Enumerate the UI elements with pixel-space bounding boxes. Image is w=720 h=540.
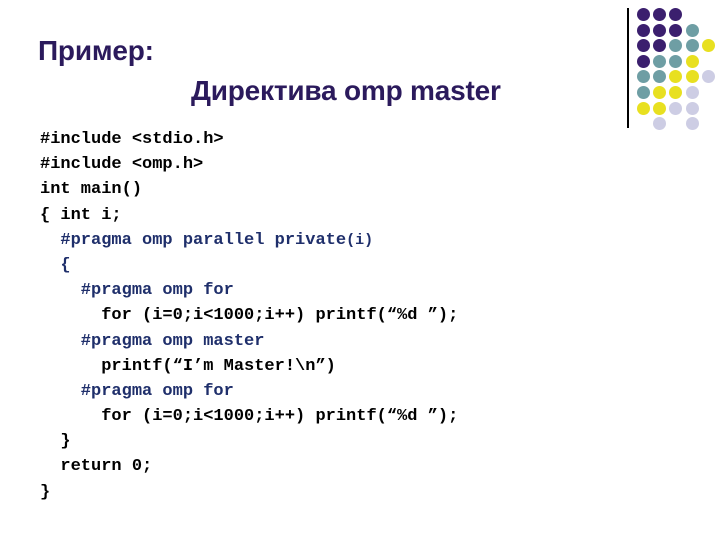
slide-canvas: Пример: Директива omp master #include <s… <box>0 0 720 540</box>
decoration-dot <box>669 54 683 68</box>
decoration-dot <box>701 39 715 53</box>
code-line: #include <stdio.h> <box>40 130 224 149</box>
code-line: for (i=0;i<1000;i++) printf(“%d ”); <box>40 306 459 326</box>
code-line: printf(“I’m Master!\n”) <box>40 356 336 376</box>
decoration-dot <box>685 70 699 84</box>
decoration-dot <box>653 117 667 131</box>
decoration-dot <box>669 101 683 115</box>
code-listing: #include <stdio.h> #include <omp.h> int ma… <box>40 127 600 505</box>
decoration-dot <box>669 23 683 37</box>
decoration-dot <box>653 86 667 99</box>
code-line: #pragma omp parallel private(i) <box>40 230 374 250</box>
code-line: int main() <box>40 180 143 200</box>
slide-title: Пример: Директива omp master <box>38 31 598 111</box>
decoration-dot <box>637 54 650 68</box>
decoration-dot <box>653 101 667 115</box>
code-line: } <box>40 432 71 452</box>
decoration-dot <box>637 101 650 115</box>
code-line: { <box>40 255 71 275</box>
decoration-dot <box>637 86 650 99</box>
decoration-dot <box>637 70 650 84</box>
decorative-dot-grid <box>637 8 719 131</box>
page-title-line-1: Пример: <box>38 35 154 66</box>
decoration-dot <box>669 39 683 53</box>
code-line: #pragma omp master <box>40 331 265 351</box>
decoration-dot <box>653 70 667 84</box>
decoration-dot <box>653 8 667 21</box>
decoration-dot <box>685 86 699 99</box>
corner-decoration <box>615 0 720 132</box>
decoration-dot <box>669 70 683 84</box>
decoration-dot <box>685 117 699 131</box>
decoration-dot <box>637 39 650 53</box>
decoration-dot <box>685 39 699 53</box>
code-line: } <box>40 482 51 502</box>
code-line: for (i=0;i<1000;i++) printf(“%d ”); <box>40 407 459 427</box>
vertical-divider-line <box>627 8 629 128</box>
page-title-line-2: Директива omp master <box>191 75 501 106</box>
decoration-dot <box>637 8 650 21</box>
decoration-dot <box>637 23 650 37</box>
decoration-dot <box>685 101 699 115</box>
decoration-dot <box>653 23 667 37</box>
code-line: { int i; <box>40 205 122 225</box>
decoration-dot <box>669 86 683 99</box>
decoration-dot <box>685 23 699 37</box>
code-line: #pragma omp for <box>40 281 234 301</box>
code-line: return 0; <box>40 457 153 477</box>
decoration-dot <box>653 39 667 53</box>
code-line: #pragma omp for <box>40 381 234 401</box>
code-line: #include <omp.h> <box>40 155 204 175</box>
decoration-dot <box>669 8 683 21</box>
decoration-dot <box>685 54 699 68</box>
code-clause-argument: (i) <box>346 231 374 249</box>
decoration-dot <box>653 54 667 68</box>
decoration-dot <box>701 70 715 84</box>
